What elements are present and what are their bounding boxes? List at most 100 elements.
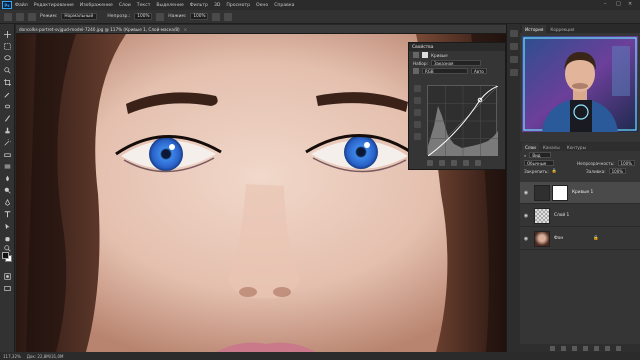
brush-preset-icon[interactable] (16, 12, 24, 21)
menu-bar: Ps Файл Редактирование Изображение Слои … (0, 0, 640, 10)
layer-row[interactable]: ◉ Слой 1 (520, 205, 640, 227)
blend-mode-select[interactable]: Обычные (524, 160, 554, 166)
black-eyedropper-icon[interactable] (414, 97, 421, 104)
brushes-panel-icon[interactable] (509, 43, 518, 50)
flow-label: Нажим: (168, 14, 187, 19)
menu-image[interactable]: Изображение (80, 3, 113, 8)
blur-tool-icon[interactable] (3, 174, 12, 182)
menu-file[interactable]: Файл (15, 3, 28, 8)
brush-panel-icon[interactable] (28, 12, 36, 21)
white-eyedropper-icon[interactable] (414, 121, 421, 128)
layer-mask-thumbnail[interactable] (552, 184, 568, 201)
minimize-icon[interactable]: – (604, 1, 607, 7)
swatches-panel-icon[interactable] (509, 56, 518, 63)
presenter-video (522, 36, 638, 132)
menu-window[interactable]: Окно (256, 3, 268, 8)
close-window-icon[interactable]: × (628, 1, 632, 7)
tab-contours[interactable]: Контуры (564, 143, 589, 151)
crop-tool-icon[interactable] (3, 78, 12, 86)
gray-eyedropper-icon[interactable] (414, 109, 421, 116)
panel-dock (506, 24, 520, 352)
menu-help[interactable]: Справка (274, 3, 294, 8)
history-panel-icon[interactable] (509, 30, 518, 37)
marquee-tool-icon[interactable] (3, 42, 12, 50)
curves-graph[interactable] (427, 85, 499, 157)
tab-corrections[interactable]: Коррекция (547, 25, 577, 33)
properties-panel-icon[interactable] (509, 69, 518, 76)
pressure-size-icon[interactable] (224, 12, 233, 21)
opacity-field[interactable]: 100% (617, 160, 635, 166)
fx-icon[interactable] (561, 345, 566, 351)
clip-to-layer-icon[interactable] (427, 160, 433, 166)
quick-mask-icon[interactable] (3, 272, 12, 280)
flow-select[interactable]: 100% (190, 13, 209, 20)
screen-mode-icon[interactable] (3, 284, 12, 292)
new-group-icon[interactable] (594, 345, 599, 351)
hand-tool-icon[interactable] (3, 234, 12, 242)
tab-history[interactable]: История (522, 25, 547, 33)
new-layer-icon[interactable] (605, 345, 610, 351)
trash-icon[interactable] (616, 345, 621, 351)
target-adjust-icon[interactable] (413, 68, 419, 74)
pen-tool-icon[interactable] (3, 198, 12, 206)
eyedropper-tool-icon[interactable] (3, 90, 12, 98)
history-brush-tool-icon[interactable] (3, 138, 12, 146)
clone-stamp-tool-icon[interactable] (3, 126, 12, 134)
lock-icon[interactable]: 🔒 (552, 168, 557, 174)
menu-view[interactable]: Просмотр (226, 3, 250, 8)
menu-text[interactable]: Текст (137, 3, 151, 8)
menu-edit[interactable]: Редактирование (34, 3, 74, 8)
close-document-icon[interactable]: × (184, 27, 188, 32)
layer-name[interactable]: Кривые 1 (572, 190, 593, 195)
new-adjustment-icon[interactable] (583, 345, 588, 351)
menu-layers[interactable]: Слои (119, 3, 131, 8)
brush-tool-icon[interactable] (3, 114, 12, 122)
document-tab[interactable]: doncolks-portret-svjgud-model-7240.jpg @… (16, 25, 506, 34)
tab-layers[interactable]: Слои (522, 143, 539, 151)
layers-footer (520, 344, 640, 352)
eye-icon[interactable]: ◉ (523, 213, 529, 219)
auto-button[interactable]: Авто (471, 68, 487, 74)
home-icon[interactable] (4, 12, 12, 21)
toggle-visibility-icon[interactable] (463, 160, 469, 166)
pencil-curve-icon[interactable] (414, 133, 421, 140)
maximize-icon[interactable]: □ (616, 1, 621, 7)
layer-name[interactable]: Фон (554, 236, 563, 241)
curve-point-tool-icon[interactable] (414, 85, 421, 92)
layer-name[interactable]: Слой 1 (554, 213, 569, 218)
delete-adjustment-icon[interactable] (475, 160, 481, 166)
eye-icon[interactable]: ◉ (523, 190, 529, 196)
foreground-color-swatch[interactable] (2, 252, 9, 259)
mask-icon[interactable] (422, 52, 428, 58)
menu-select[interactable]: Выделение (156, 3, 183, 8)
airbrush-icon[interactable] (212, 12, 221, 21)
path-select-tool-icon[interactable] (3, 222, 12, 230)
kind-filter-select[interactable]: Вид (529, 152, 552, 158)
menu-3d[interactable]: 3D (214, 3, 220, 8)
menu-filter[interactable]: Фильтр (190, 3, 208, 8)
layer-row[interactable]: ◉ Фон 🔒 (520, 228, 640, 250)
opacity-select[interactable]: 100% (134, 13, 153, 20)
zoom-tool-icon[interactable] (3, 244, 12, 252)
dodge-tool-icon[interactable] (3, 186, 12, 194)
layer-row[interactable]: ◉ Кривые 1 (520, 182, 640, 204)
type-tool-icon[interactable] (3, 210, 12, 218)
reset-icon[interactable] (451, 160, 457, 166)
tab-channels[interactable]: Каналы (540, 143, 563, 151)
preset-select[interactable]: Заказная (430, 60, 481, 66)
healing-brush-tool-icon[interactable] (3, 102, 12, 110)
view-previous-icon[interactable] (439, 160, 445, 166)
mode-select[interactable]: Нормальный (61, 13, 98, 20)
link-layers-icon[interactable] (550, 345, 555, 351)
pressure-opacity-icon[interactable] (156, 12, 165, 21)
channel-select[interactable]: RGB (422, 68, 468, 74)
fill-field[interactable]: 100% (608, 168, 627, 174)
lasso-tool-icon[interactable] (3, 54, 12, 62)
eraser-tool-icon[interactable] (3, 150, 12, 158)
zoom-level[interactable]: 117,32% (3, 354, 21, 359)
quick-select-tool-icon[interactable] (3, 66, 12, 74)
add-mask-icon[interactable] (572, 345, 577, 351)
move-tool-icon[interactable] (3, 30, 12, 38)
gradient-tool-icon[interactable] (3, 162, 12, 170)
eye-icon[interactable]: ◉ (523, 236, 529, 242)
